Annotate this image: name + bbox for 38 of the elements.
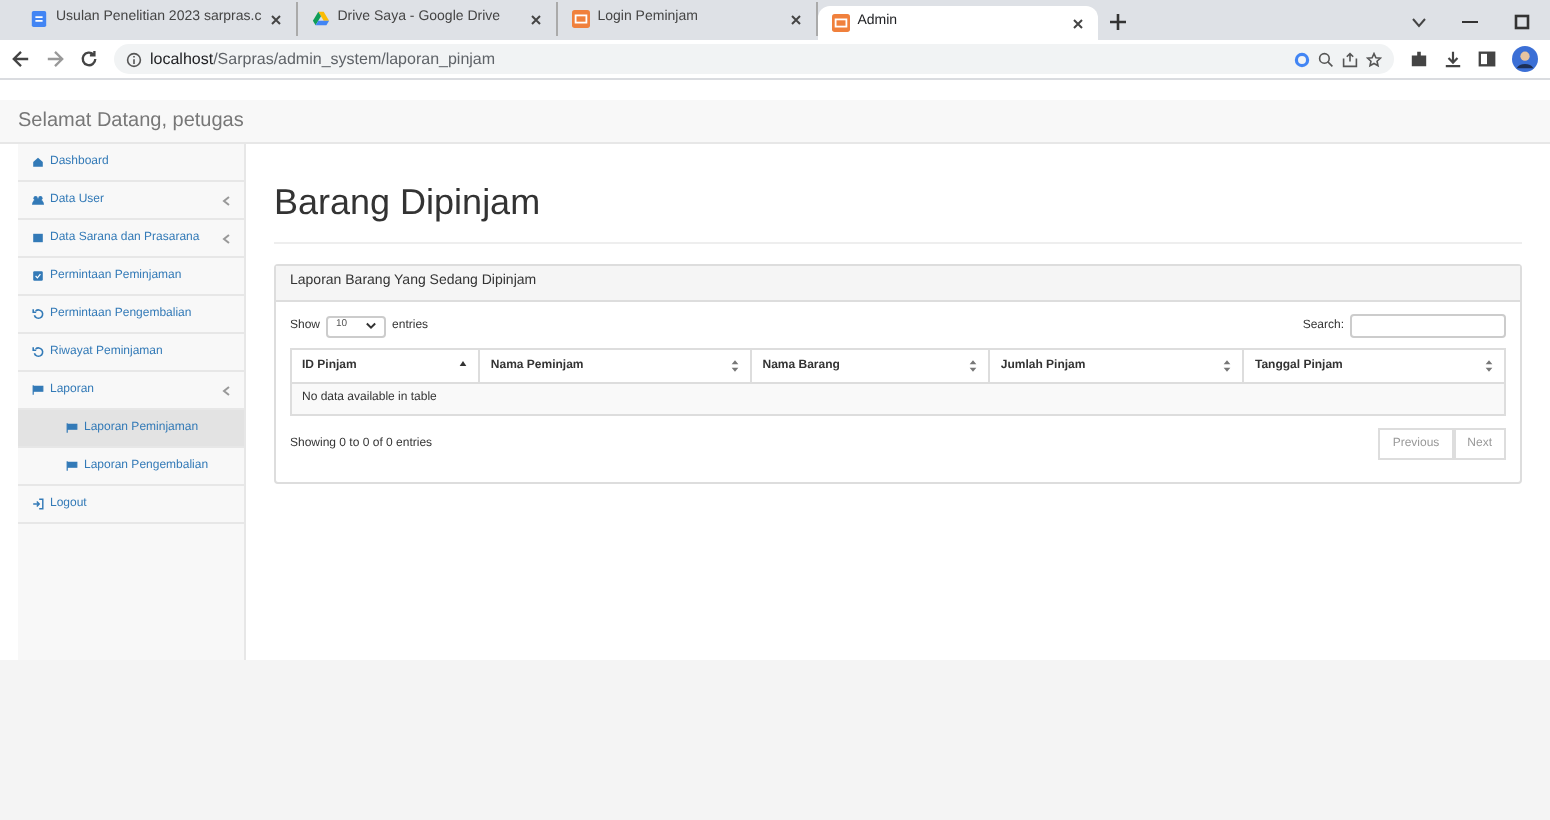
search-field[interactable] [1350, 314, 1506, 338]
restore-icon[interactable] [1514, 14, 1530, 30]
undo-icon [32, 308, 44, 320]
download-icon[interactable] [1444, 50, 1462, 68]
minimize-icon[interactable] [1462, 20, 1478, 24]
chevron-down-icon[interactable] [1412, 17, 1426, 27]
checkbox-icon [32, 270, 44, 282]
close-icon[interactable] [789, 13, 802, 25]
close-icon[interactable] [1071, 17, 1084, 29]
new-tab-icon[interactable] [1109, 14, 1126, 30]
reload-icon[interactable] [80, 50, 98, 68]
house-icon [32, 156, 44, 168]
undo-icon [32, 346, 44, 358]
forward-icon[interactable] [46, 50, 64, 68]
app-icon [571, 10, 590, 28]
document-icon [30, 10, 48, 28]
avatar-icon[interactable] [1512, 46, 1538, 72]
people-icon [32, 194, 44, 206]
flag-icon [66, 422, 78, 434]
address-bar[interactable]: localhost/Sarpras/admin_system/laporan_pinjam [114, 44, 1394, 74]
side-panel-icon[interactable] [1478, 50, 1496, 68]
zoom-icon[interactable] [1318, 51, 1334, 67]
flag-icon [32, 384, 44, 396]
triangle-logo-icon [311, 10, 330, 28]
close-icon[interactable] [269, 13, 282, 25]
flag-icon [66, 460, 78, 472]
close-icon[interactable] [529, 13, 542, 25]
url-text: localhost/Sarpras/admin_system/laporan_pinjam [150, 47, 496, 71]
share-icon[interactable] [1342, 51, 1358, 67]
star-icon[interactable] [1366, 51, 1382, 67]
back-icon[interactable] [12, 50, 30, 68]
greeting-text: Selamat Datang, petugas [18, 108, 244, 136]
sign-in-icon [32, 498, 44, 510]
info-icon [126, 51, 142, 67]
table-icon [32, 232, 44, 244]
app-icon [831, 14, 850, 32]
chevron-down-icon [366, 322, 377, 330]
page-title: Barang Dipinjam [274, 180, 543, 226]
